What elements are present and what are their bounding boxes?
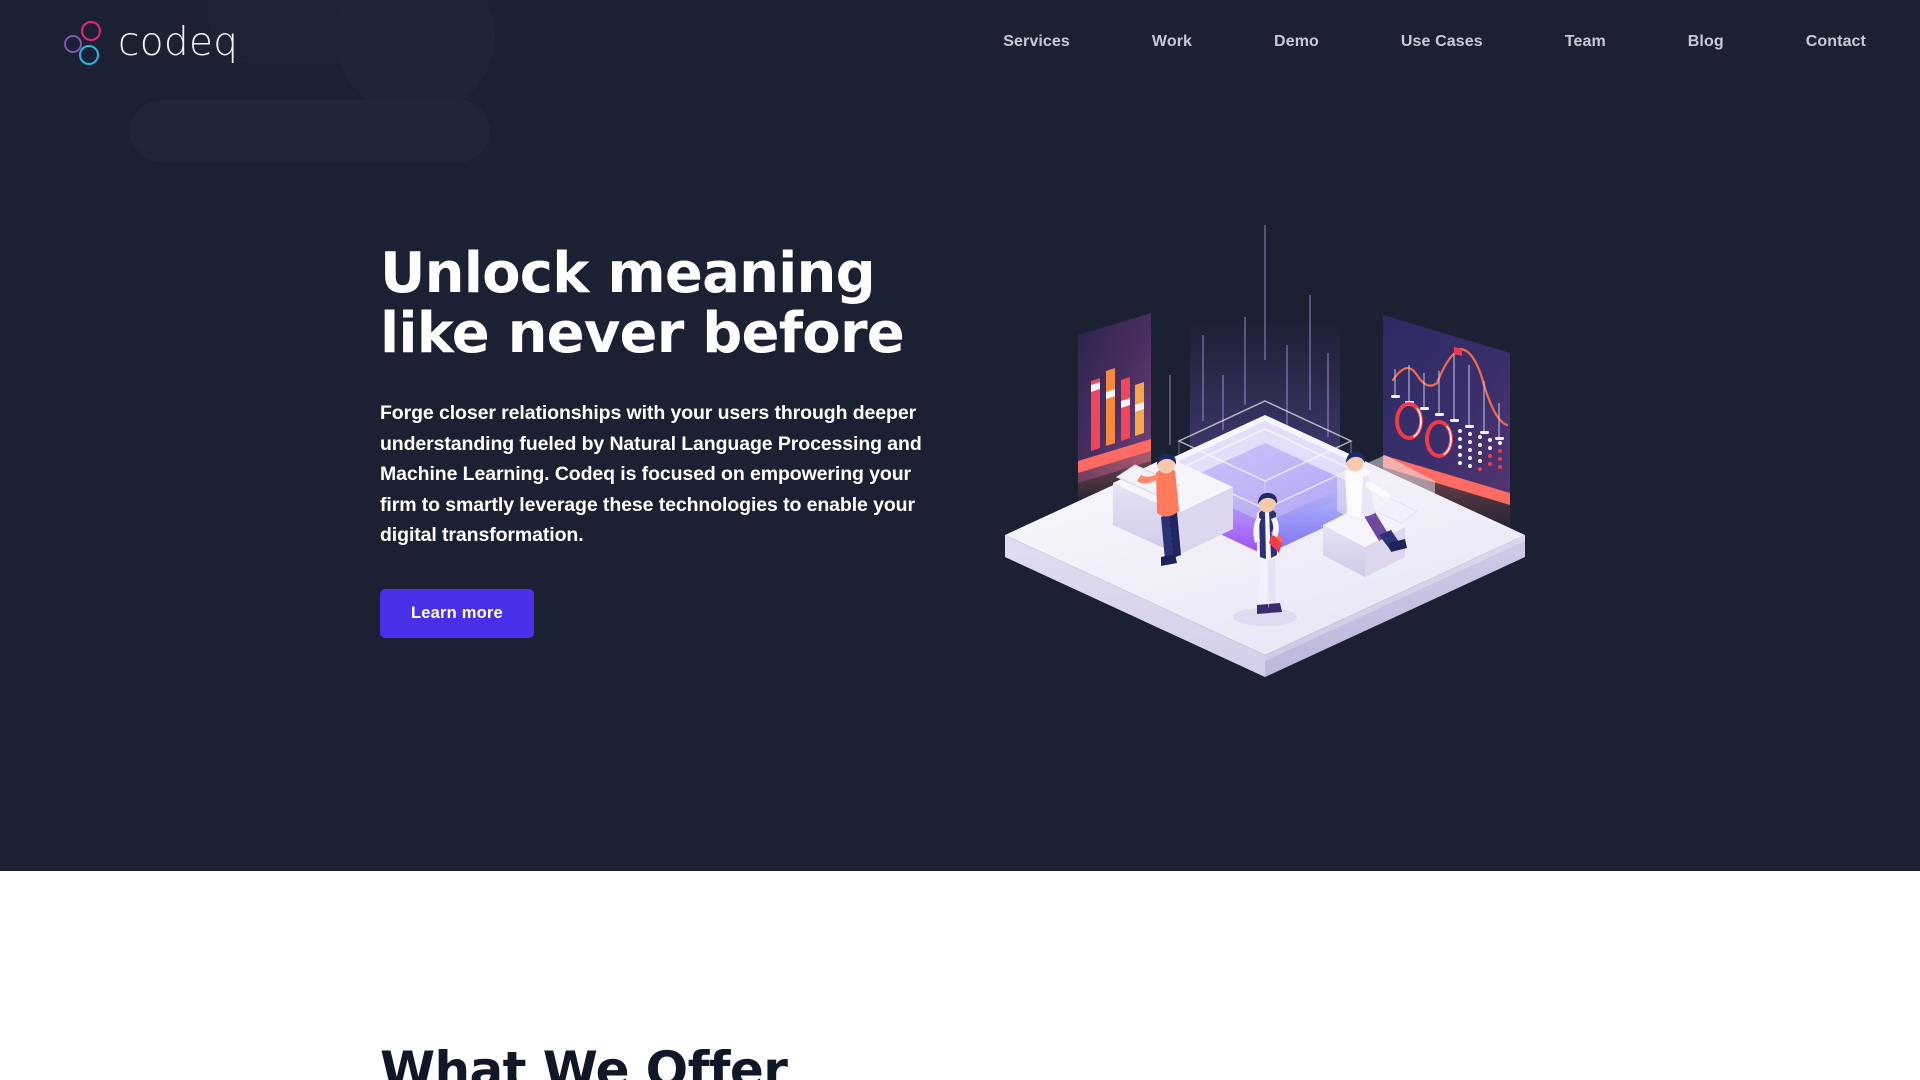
brand-name: codeq	[118, 19, 239, 65]
nav-item-team[interactable]: Team	[1565, 25, 1606, 59]
hero-title-line-1: Unlock meaning	[380, 241, 876, 306]
main-navigation: Services Work Demo Use Cases Team Blog C…	[1003, 25, 1866, 59]
offer-section-title: What We Offer	[380, 1041, 788, 1080]
nav-item-blog[interactable]: Blog	[1688, 25, 1724, 59]
hero-section: codeq Services Work Demo Use Cases Team …	[0, 0, 1920, 871]
brand-logo[interactable]: codeq	[62, 18, 238, 66]
site-header: codeq Services Work Demo Use Cases Team …	[0, 0, 1920, 84]
what-we-offer-section: What We Offer	[0, 871, 1920, 1080]
learn-more-button[interactable]: Learn more	[380, 588, 534, 638]
nav-item-work[interactable]: Work	[1152, 25, 1192, 59]
logo-ring-cyan-icon	[79, 45, 99, 65]
hero-title: Unlock meaning like never before	[380, 241, 950, 367]
hero-illustration	[965, 225, 1565, 695]
nav-item-contact[interactable]: Contact	[1806, 25, 1866, 59]
decorative-shape-pill	[130, 100, 490, 162]
nav-item-services[interactable]: Services	[1003, 25, 1070, 59]
nav-item-use-cases[interactable]: Use Cases	[1401, 25, 1483, 59]
hero-title-line-2: like never before	[380, 301, 905, 367]
logo-ring-pink-icon	[81, 21, 101, 41]
landing-page: codeq Services Work Demo Use Cases Team …	[0, 0, 1920, 1080]
codeq-logo-icon	[62, 18, 104, 66]
nav-item-demo[interactable]: Demo	[1274, 25, 1319, 59]
hero-paragraph: Forge closer relationships with your use…	[380, 401, 922, 547]
hero-copy: Unlock meaning like never before Forge c…	[380, 241, 950, 638]
